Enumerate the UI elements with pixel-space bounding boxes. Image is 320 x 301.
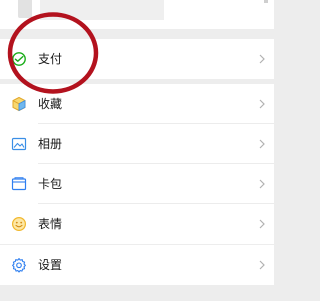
- menu-item-favorites-label: 收藏: [38, 97, 63, 111]
- menu-item-settings-label: 设置: [38, 258, 63, 272]
- pay-group: 支付: [0, 39, 274, 79]
- card-wallet-icon: [11, 176, 27, 192]
- menu-item-album-label: 相册: [38, 137, 63, 151]
- menu-item-stickers-label: 表情: [38, 217, 63, 231]
- menu-item-favorites[interactable]: 收藏: [0, 84, 274, 124]
- menu-item-cards-label: 卡包: [38, 177, 63, 191]
- qr-code-icon: [264, 0, 268, 3]
- menu-item-pay-label: 支付: [38, 52, 63, 66]
- menu-item-pay[interactable]: 支付: [0, 39, 274, 79]
- profile-avatar-partial: [18, 0, 32, 18]
- menu-item-settings[interactable]: 设置: [0, 245, 274, 285]
- menu-item-album[interactable]: 相册: [0, 124, 274, 164]
- settings-gear-icon: [11, 257, 27, 273]
- wechat-pay-icon: [11, 51, 27, 67]
- chevron-right-icon: [259, 99, 265, 109]
- chevron-right-icon: [259, 260, 265, 270]
- chevron-right-icon: [259, 139, 265, 149]
- menu-item-stickers[interactable]: 表情: [0, 204, 274, 244]
- album-picture-icon: [11, 136, 27, 152]
- chevron-right-icon: [259, 54, 265, 64]
- profile-info-partial: [40, 0, 164, 20]
- menu-item-cards[interactable]: 卡包: [0, 164, 274, 204]
- sticker-smile-icon: [11, 216, 27, 232]
- features-group: 收藏 相册 卡包 表情: [0, 84, 274, 244]
- profile-header-partial[interactable]: [0, 0, 274, 29]
- chevron-right-icon: [259, 179, 265, 189]
- favorites-cube-icon: [11, 96, 27, 112]
- chevron-right-icon: [259, 219, 265, 229]
- settings-group: 设置: [0, 245, 274, 285]
